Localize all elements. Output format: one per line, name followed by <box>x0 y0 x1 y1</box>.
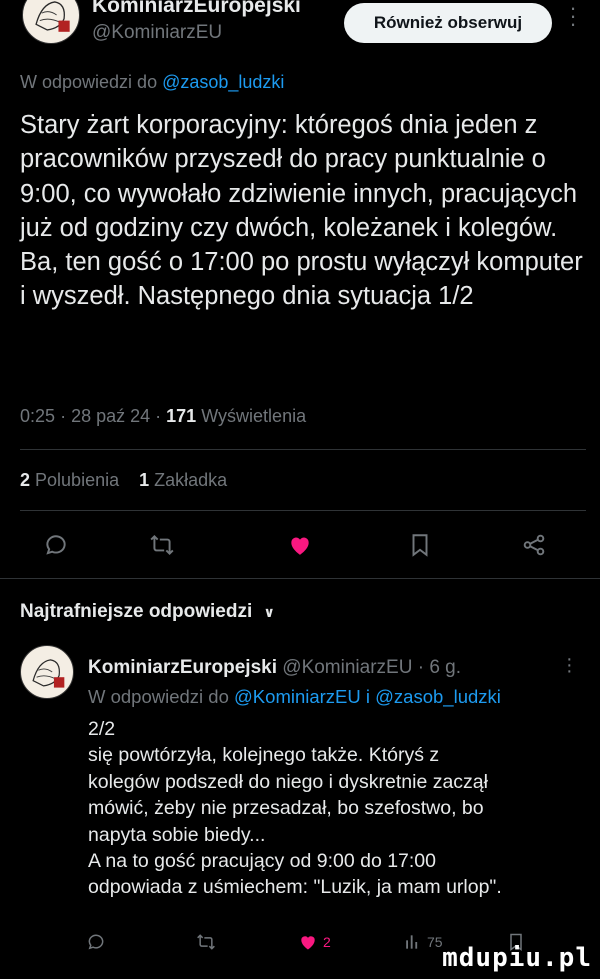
best-replies-dropdown[interactable]: Najtrafniejsze odpowiedzi ∨ <box>20 601 275 623</box>
reply-author-name[interactable]: KominiarzEuropejski <box>88 657 277 678</box>
reply-prefix: W odpowiedzi do <box>88 686 229 707</box>
likes-label[interactable]: Polubienia <box>35 470 119 490</box>
reply-text: 2/2 się powtórzyła, kolejnego także. Któ… <box>88 716 578 901</box>
reply-text-line: się powtórzyła, kolejnego także. Któryś … <box>88 744 440 767</box>
reply-author-handle[interactable]: @KominiarzEU <box>282 657 412 678</box>
reply-text-line: mówić, żeby nie przesadzał, bo szefostwo… <box>88 797 484 820</box>
bookmark-icon[interactable] <box>398 525 442 565</box>
post-text: Stary żart korporacyjny: któregoś dnia j… <box>20 111 583 311</box>
divider <box>0 578 600 579</box>
reply-to-line: W odpowiedzi do @zasob_ludzki <box>20 72 284 93</box>
author-avatar[interactable] <box>22 0 80 44</box>
reply-text-line: odpowiada z uśmiechem: "Luzik, ja mam ur… <box>88 876 502 899</box>
reply-like-button[interactable]: 2 <box>298 925 331 959</box>
views-count: 171 <box>166 406 197 426</box>
author-name[interactable]: KominiarzEuropejski <box>92 0 301 18</box>
watermark-logo: mdupiu.pl <box>442 943 592 973</box>
more-options-icon[interactable]: · · · <box>562 0 584 38</box>
views-icon <box>406 935 418 949</box>
post-meta: 0:25 · 28 paź 24 · 171 Wyświetlenia <box>20 406 307 426</box>
reply-text-line: kolegów podszedł do niego i dyskretnie z… <box>88 770 488 793</box>
reply-author-avatar[interactable] <box>20 645 74 699</box>
reply-views-count: 75 <box>427 934 443 950</box>
likes-count[interactable]: 2 <box>20 470 30 490</box>
reply-age[interactable]: 6 g. <box>429 657 461 678</box>
post-date[interactable]: 28 paź 24 <box>71 406 150 426</box>
reply-likes-count: 2 <box>323 934 331 950</box>
reply-views-button[interactable]: 75 <box>402 925 443 959</box>
post-action-bar <box>0 525 600 565</box>
repost-icon[interactable] <box>140 525 184 565</box>
bookmarks-count[interactable]: 1 <box>139 470 149 490</box>
views-label: Wyświetlenia <box>201 406 307 426</box>
divider <box>20 449 586 450</box>
reply-more-options-icon[interactable]: · · · <box>566 649 573 681</box>
bookmarks-label[interactable]: Zakładka <box>154 470 227 490</box>
follow-back-button[interactable]: Również obserwuj <box>344 3 552 43</box>
reply-text-line: 2/2 <box>88 718 116 740</box>
reply-repost-icon[interactable] <box>196 925 216 959</box>
reply-header: KominiarzEuropejski @KominiarzEU · 6 g. <box>88 657 462 678</box>
author-handle[interactable]: @KominiarzEU <box>92 22 222 44</box>
heart-icon[interactable] <box>278 525 322 565</box>
comment-icon[interactable] <box>34 525 78 565</box>
best-replies-label: Najtrafniejsze odpowiedzi <box>20 601 253 622</box>
reply-comment-icon[interactable] <box>86 925 106 959</box>
post-header: KominiarzEuropejski @KominiarzEU Również… <box>0 0 600 62</box>
reply-prefix: W odpowiedzi do <box>20 72 158 92</box>
reply-mentions-link[interactable]: @KominiarzEU i @zasob_ludzki <box>234 686 501 707</box>
engagement-stats: 2 Polubienia 1 Zakładka <box>20 470 227 491</box>
chevron-down-icon: ∨ <box>263 604 275 620</box>
post-time[interactable]: 0:25 <box>20 406 55 426</box>
reply-to-line: W odpowiedzi do @KominiarzEU i @zasob_lu… <box>88 686 501 708</box>
reply-text-line: A na to gość pracujący od 9:00 do 17:00 <box>88 850 437 873</box>
share-icon[interactable] <box>512 525 556 565</box>
divider <box>20 510 586 511</box>
reply-text-line: napyta sobie biedy... <box>88 823 266 846</box>
heart-icon <box>301 936 315 950</box>
reply-mention-link[interactable]: @zasob_ludzki <box>162 72 284 92</box>
